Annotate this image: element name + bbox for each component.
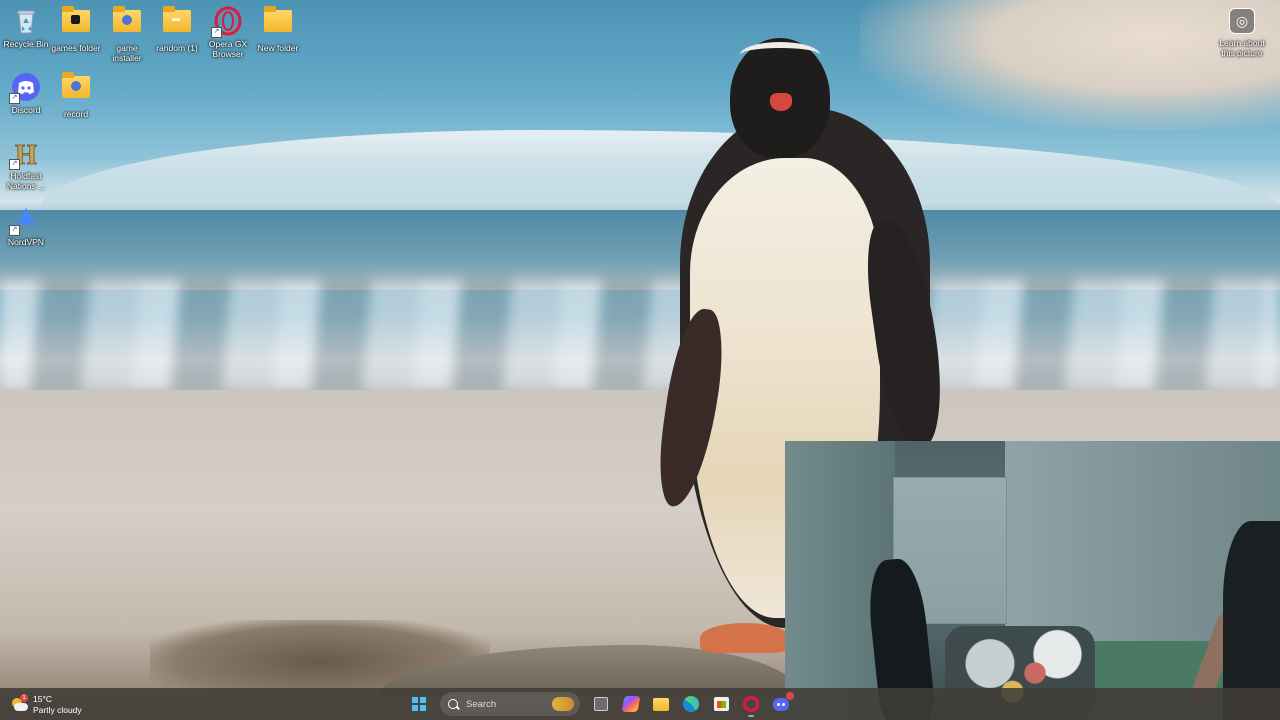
folder-icon bbox=[263, 6, 293, 40]
desktop-icon-holdfast[interactable]: H ↗ Holdfast Nations ... bbox=[0, 138, 52, 191]
task-view-button[interactable] bbox=[588, 691, 614, 717]
desktop-icon-new-folder[interactable]: New folder bbox=[252, 6, 304, 53]
search-highlight-icon bbox=[552, 697, 574, 711]
task-view-icon bbox=[594, 697, 608, 711]
desktop-icon-label: random (1) bbox=[156, 43, 198, 53]
weather-badge: 1 bbox=[20, 694, 28, 702]
desktop-icon-label: NordVPN bbox=[8, 237, 44, 247]
desktop-icon-label: New folder bbox=[257, 43, 299, 53]
copilot-button[interactable] bbox=[618, 691, 644, 717]
desktop-icon-discord[interactable]: ↗ Discord bbox=[0, 72, 52, 115]
windows-logo-icon bbox=[412, 697, 426, 711]
weather-condition: Partly cloudy bbox=[33, 705, 82, 715]
running-indicator bbox=[748, 715, 754, 717]
desktop-icon-record[interactable]: record bbox=[50, 72, 102, 119]
learn-about-this-picture[interactable]: ◎ Learn about this picture bbox=[1216, 8, 1268, 58]
wallpaper-waves bbox=[0, 280, 1280, 390]
webcam-overlay bbox=[785, 441, 1280, 720]
file-explorer-button[interactable] bbox=[648, 691, 674, 717]
discord-taskbar-button[interactable] bbox=[768, 691, 794, 717]
microsoft-store-button[interactable] bbox=[708, 691, 734, 717]
nordvpn-icon: ↗ bbox=[9, 204, 41, 236]
discord-icon bbox=[773, 697, 789, 711]
desktop-icon-opera-gx[interactable]: ↗ Opera GX Browser bbox=[202, 6, 254, 59]
learn-about-label: Learn about this picture bbox=[1219, 38, 1265, 58]
desktop-icon-games-folder[interactable]: games folder bbox=[50, 6, 102, 53]
start-button[interactable] bbox=[406, 691, 432, 717]
desktop-icon-label: games folder bbox=[51, 43, 101, 53]
partly-cloudy-icon: 1 bbox=[10, 694, 28, 714]
desktop-icon-game-installer[interactable]: game installer bbox=[101, 6, 153, 63]
camera-lens-icon: ◎ bbox=[1229, 8, 1255, 34]
holdfast-icon: H ↗ bbox=[9, 138, 41, 171]
taskbar-center: Search bbox=[406, 690, 794, 718]
copilot-icon bbox=[621, 696, 641, 712]
folder-icon bbox=[162, 6, 192, 40]
desktop-icon-label: record bbox=[63, 109, 89, 119]
discord-icon: ↗ bbox=[9, 72, 41, 104]
desktop-icon-label: Discord bbox=[11, 105, 41, 115]
weather-temperature: 15°C bbox=[33, 694, 52, 704]
search-icon bbox=[448, 699, 458, 709]
edge-button[interactable] bbox=[678, 691, 704, 717]
desktop-icon-random[interactable]: random (1) bbox=[151, 6, 203, 53]
notification-badge bbox=[786, 692, 794, 700]
search-placeholder: Search bbox=[466, 698, 497, 710]
taskbar: 1 15°C Partly cloudy Search bbox=[0, 688, 1280, 720]
desktop-icon-nordvpn[interactable]: ↗ NordVPN bbox=[0, 204, 52, 247]
desktop-icon-label: Opera GX Browser bbox=[208, 39, 248, 59]
opera-gx-taskbar-button[interactable] bbox=[738, 691, 764, 717]
folder-icon bbox=[61, 72, 91, 106]
wallpaper-sea bbox=[0, 210, 1280, 290]
recycle-bin-icon bbox=[11, 6, 41, 36]
folder-icon bbox=[112, 6, 142, 40]
weather-widget[interactable]: 1 15°C Partly cloudy bbox=[10, 693, 82, 717]
desktop-icon-label: Holdfast Nations ... bbox=[6, 171, 46, 191]
desktop-icon-label: Recycle Bin bbox=[3, 39, 49, 49]
microsoft-store-icon bbox=[713, 697, 729, 711]
taskbar-search[interactable]: Search bbox=[440, 692, 580, 716]
desktop-icon-recycle-bin[interactable]: Recycle Bin bbox=[0, 6, 52, 49]
desktop-icon-label: game installer bbox=[112, 43, 142, 63]
opera-gx-icon bbox=[743, 696, 759, 712]
opera-gx-icon: ↗ bbox=[211, 6, 243, 38]
folder-icon bbox=[61, 6, 91, 40]
edge-icon bbox=[683, 696, 699, 712]
file-explorer-icon bbox=[653, 697, 669, 711]
